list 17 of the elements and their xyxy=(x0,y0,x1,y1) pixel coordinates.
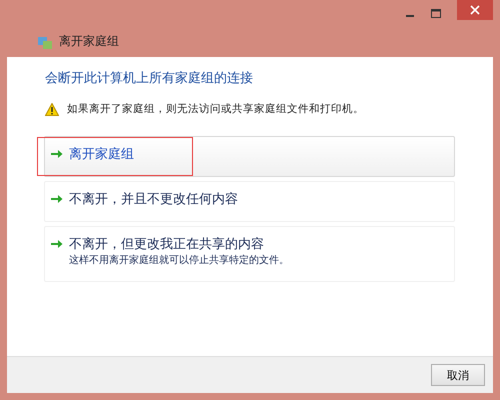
arrow-icon xyxy=(51,149,63,159)
option-description: 这样不用离开家庭组就可以停止共享特定的文件。 xyxy=(69,254,289,267)
close-button[interactable] xyxy=(457,0,493,20)
maximize-icon[interactable] xyxy=(431,8,441,18)
window-title: 离开家庭组 xyxy=(59,33,119,50)
close-icon xyxy=(470,5,480,15)
option-label: 不离开，并且不更改任何内容 xyxy=(69,191,238,208)
option-label: 离开家庭组 xyxy=(69,146,134,163)
cancel-button[interactable]: 取消 xyxy=(431,364,485,386)
arrow-icon xyxy=(51,194,63,204)
arrow-icon xyxy=(51,239,63,249)
dialog-heading: 会断开此计算机上所有家庭组的连接 xyxy=(45,70,254,87)
option-label: 不离开，但更改我正在共享的内容 xyxy=(69,236,265,253)
warning-icon xyxy=(45,102,59,116)
warning-text: 如果离开了家庭组，则无法访问或共享家庭组文件和打印机。 xyxy=(67,102,364,116)
command-link[interactable]: 不离开，并且不更改任何内容 xyxy=(44,181,455,222)
command-link[interactable]: 不离开，但更改我正在共享的内容 这样不用离开家庭组就可以停止共享特定的文件。 xyxy=(44,226,455,282)
